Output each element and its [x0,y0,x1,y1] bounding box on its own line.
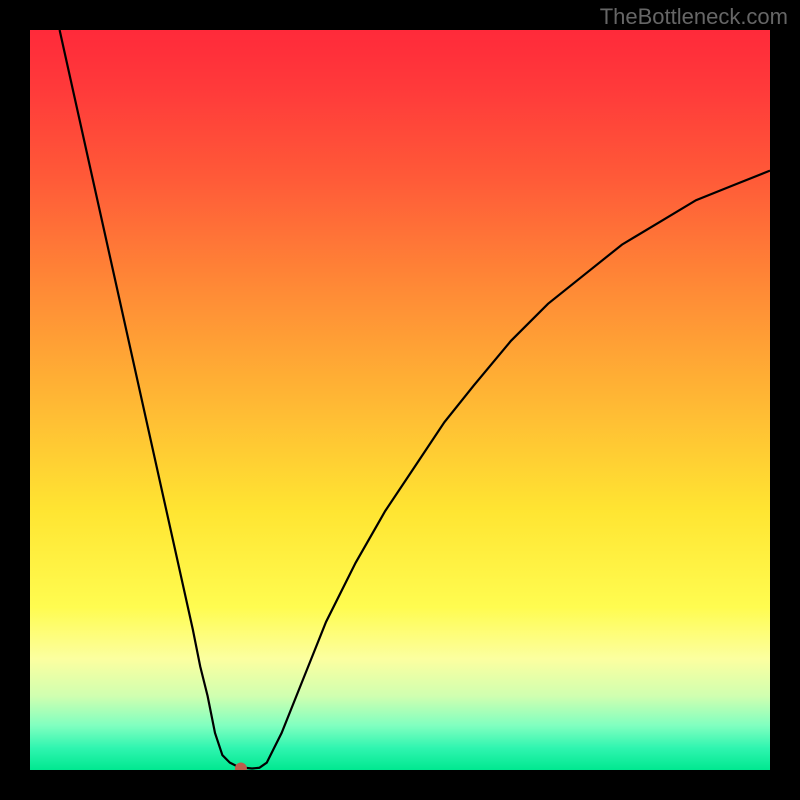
optimum-marker [235,763,247,770]
bottleneck-curve [60,30,770,769]
chart-plot-area [30,30,770,770]
watermark-text: TheBottleneck.com [600,4,788,30]
chart-svg [30,30,770,770]
